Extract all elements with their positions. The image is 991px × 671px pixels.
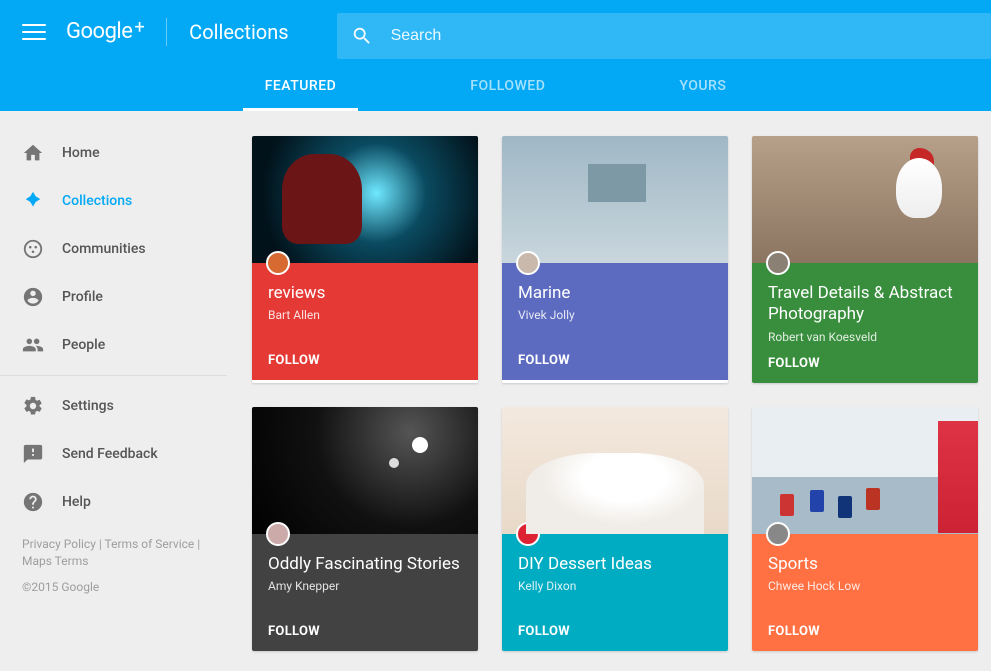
collections-icon [22,190,44,212]
sidebar-item-help[interactable]: Help [0,478,227,526]
app-header: Google + Collections FEATURED FOLLOWED Y… [0,0,991,111]
footer-links: Privacy Policy | Terms of Service | Maps… [0,526,227,574]
sidebar-item-settings[interactable]: Settings [0,382,227,430]
tab-featured[interactable]: FEATURED [243,63,359,111]
logo-plus: + [134,17,144,38]
page-title: Collections [189,20,288,44]
people-icon [22,334,44,356]
card-title: DIY Dessert Ideas [518,554,712,575]
author-avatar [766,251,790,275]
collection-card[interactable]: Oddly Fascinating Stories Amy Knepper FOLL… [252,407,478,651]
sidebar-item-label: Profile [62,289,103,305]
link-sep: | [194,537,200,551]
card-author: Amy Knepper [268,579,462,593]
sidebar-separator [0,375,227,376]
card-body: Marine Vivek Jolly FOLLOW [502,263,728,380]
sidebar-item-communities[interactable]: Communities [0,225,227,273]
card-body: Oddly Fascinating Stories Amy Knepper FOLL… [252,534,478,651]
link-sep: | [96,537,105,551]
search-container [337,5,991,59]
tab-yours[interactable]: YOURS [657,63,748,111]
sidebar-item-label: Collections [62,193,132,209]
card-image [252,407,478,534]
collection-card[interactable]: Sports Chwee Hock Low FOLLOW [752,407,978,651]
tab-followed[interactable]: FOLLOWED [448,63,567,111]
card-title: Sports [768,554,962,575]
card-body: Sports Chwee Hock Low FOLLOW [752,534,978,651]
card-body: DIY Dessert Ideas Kelly Dixon FOLLOW [502,534,728,651]
app-logo[interactable]: Google + [66,19,144,44]
search-box[interactable] [337,13,991,59]
maps-terms-link[interactable]: Maps Terms [22,554,88,568]
author-avatar [766,522,790,546]
card-image [252,136,478,263]
card-image [502,407,728,534]
sidebar-item-label: Communities [62,241,146,257]
card-author: Kelly Dixon [518,579,712,593]
collection-card[interactable]: DIY Dessert Ideas Kelly Dixon FOLLOW [502,407,728,651]
collection-card[interactable]: Travel Details & Abstract Photography Rob… [752,136,978,383]
menu-icon[interactable] [22,20,46,44]
card-image [502,136,728,263]
card-body: Travel Details & Abstract Photography Rob… [752,263,978,383]
sidebar-item-label: Send Feedback [62,446,158,462]
sidebar-item-collections[interactable]: Collections [0,177,227,225]
follow-button[interactable]: FOLLOW [518,341,712,368]
sidebar: Home Collections Communities Profile Peo… [0,111,227,671]
profile-icon [22,286,44,308]
card-title: Oddly Fascinating Stories [268,554,462,575]
card-title: reviews [268,283,462,304]
author-avatar [516,522,540,546]
follow-button[interactable]: FOLLOW [268,612,462,639]
collection-card[interactable]: Marine Vivek Jolly FOLLOW [502,136,728,383]
copyright: ©2015 Google [0,574,227,600]
card-author: Vivek Jolly [518,308,712,322]
communities-icon [22,238,44,260]
sidebar-item-label: Help [62,494,91,510]
follow-button[interactable]: FOLLOW [768,344,962,371]
main-content: reviews Bart Allen FOLLOW Marine Vivek Jolly… [227,111,991,671]
follow-button[interactable]: FOLLOW [768,612,962,639]
sidebar-item-label: Settings [62,398,114,414]
card-body: reviews Bart Allen FOLLOW [252,263,478,380]
card-author: Chwee Hock Low [768,579,962,593]
author-avatar [266,251,290,275]
tos-link[interactable]: Terms of Service [105,537,195,551]
author-avatar [266,522,290,546]
privacy-link[interactable]: Privacy Policy [22,537,96,551]
app-layout: Home Collections Communities Profile Peo… [0,111,991,671]
sidebar-item-label: People [62,337,105,353]
card-title: Travel Details & Abstract Photography [768,283,962,326]
follow-button[interactable]: FOLLOW [268,341,462,368]
sidebar-item-home[interactable]: Home [0,129,227,177]
author-avatar [516,251,540,275]
sidebar-item-profile[interactable]: Profile [0,273,227,321]
card-author: Robert van Koesveld [768,330,962,344]
gear-icon [22,395,44,417]
help-icon [22,491,44,513]
home-icon [22,142,44,164]
collection-card[interactable]: reviews Bart Allen FOLLOW [252,136,478,383]
feedback-icon [22,443,44,465]
collections-grid: reviews Bart Allen FOLLOW Marine Vivek Jolly… [252,136,966,651]
sidebar-item-label: Home [62,145,100,161]
header-divider [166,18,167,46]
sidebar-item-feedback[interactable]: Send Feedback [0,430,227,478]
card-image [752,407,978,534]
search-input[interactable] [391,27,977,45]
card-image [752,136,978,263]
card-title: Marine [518,283,712,304]
follow-button[interactable]: FOLLOW [518,612,712,639]
header-top-row: Google + Collections [0,0,991,63]
card-author: Bart Allen [268,308,462,322]
logo-text: Google [66,19,132,44]
sidebar-item-people[interactable]: People [0,321,227,369]
search-icon [351,25,373,47]
tabs-row: FEATURED FOLLOWED YOURS [0,63,991,111]
